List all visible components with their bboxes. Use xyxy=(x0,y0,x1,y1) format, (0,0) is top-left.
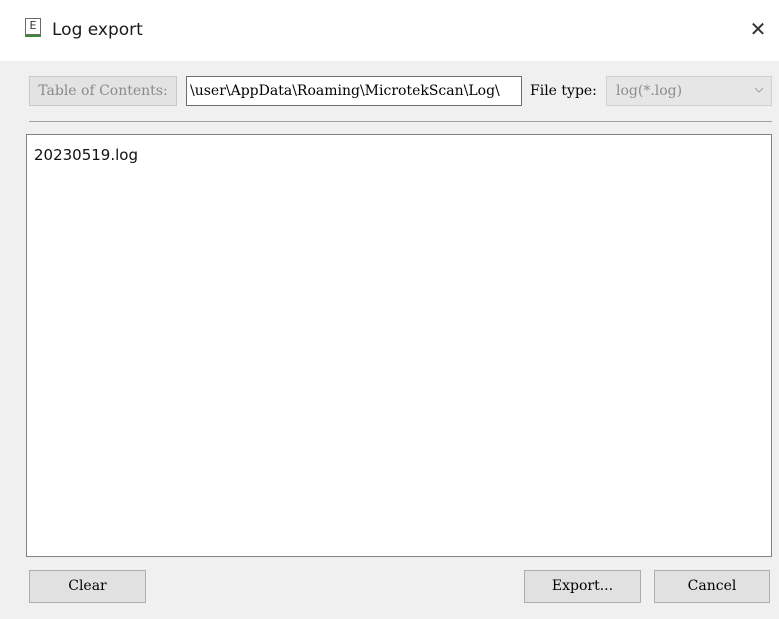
cancel-button[interactable]: Cancel xyxy=(654,570,770,603)
export-button[interactable]: Export... xyxy=(524,570,641,603)
table-of-contents-button[interactable]: Table of Contents: xyxy=(29,76,177,106)
log-file-list[interactable]: 20230519.log xyxy=(26,134,772,557)
app-icon: E xyxy=(25,18,41,37)
close-icon: ✕ xyxy=(749,17,767,41)
clear-button[interactable]: Clear xyxy=(29,570,146,603)
log-export-dialog: E Log export ✕ Table of Contents: \user\… xyxy=(0,0,779,619)
chevron-down-icon xyxy=(754,87,764,93)
close-button[interactable]: ✕ xyxy=(743,14,773,44)
list-item[interactable]: 20230519.log xyxy=(34,145,138,165)
file-type-selected-value: log(*.log) xyxy=(616,83,683,99)
title-bar: E Log export ✕ xyxy=(0,0,779,61)
divider xyxy=(29,121,772,122)
file-type-label: File type: xyxy=(530,83,597,99)
log-path-input[interactable]: \user\AppData\Roaming\MicrotekScan\Log\ xyxy=(186,76,522,106)
file-type-select[interactable]: log(*.log) xyxy=(606,76,772,106)
window-title: Log export xyxy=(52,20,143,40)
